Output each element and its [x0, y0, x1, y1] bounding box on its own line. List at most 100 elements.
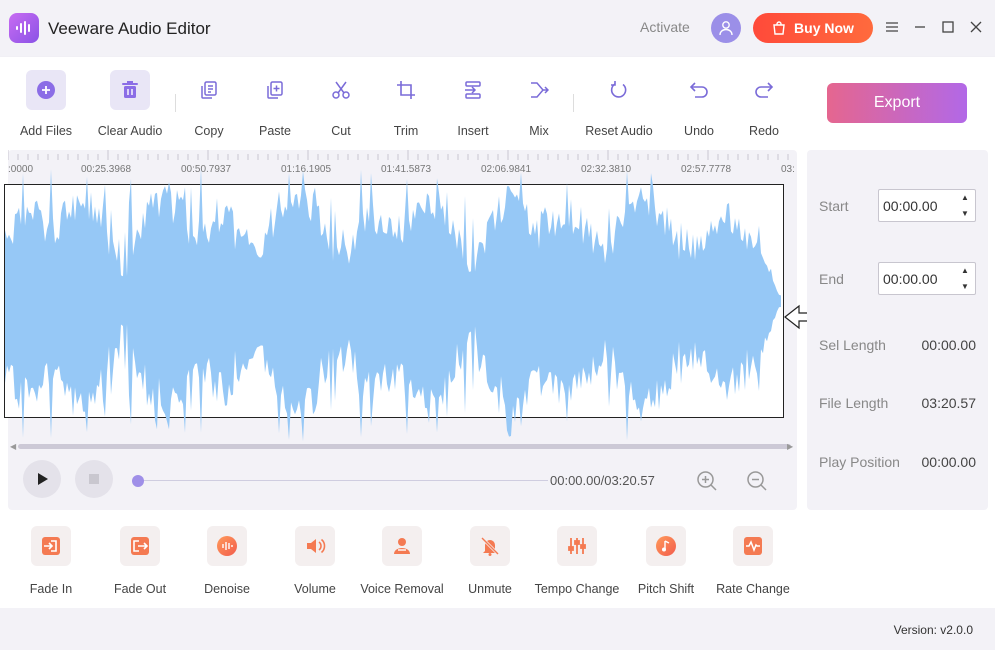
file-length-label: File Length — [819, 395, 889, 411]
timeline-tick-label: 02:32.3810 — [581, 164, 632, 175]
fade-in-button[interactable]: Fade In — [3, 526, 99, 596]
waveform-panel: :0000 00:25.3968 00:50.7937 01:16.1905 0… — [4, 150, 825, 510]
avatar[interactable] — [711, 13, 741, 43]
add-files-button[interactable]: Add Files — [1, 70, 91, 138]
clear-audio-button[interactable]: Clear Audio — [85, 70, 175, 138]
add-files-label: Add Files — [19, 124, 73, 138]
timeline-tick-label: 00:50.7937 — [181, 164, 232, 175]
stop-icon — [89, 474, 99, 484]
redo-button[interactable]: Redo — [719, 70, 809, 138]
play-position-value: 00:00.00 — [921, 454, 977, 470]
waveform — [5, 167, 781, 442]
undo-icon — [679, 70, 719, 110]
add-files-icon — [26, 70, 66, 110]
file-length-value: 03:20.57 — [921, 395, 977, 411]
denoise-button[interactable]: Denoise — [179, 526, 275, 596]
time-readout: 00:00.00/03:20.57 — [550, 473, 655, 488]
reset-icon — [599, 70, 639, 110]
horizontal-scrollbar[interactable] — [18, 444, 791, 449]
redo-label: Redo — [749, 124, 779, 138]
fade-in-label: Fade In — [29, 582, 73, 596]
reset-audio-button[interactable]: Reset Audio — [574, 70, 664, 138]
spin-down-icon[interactable]: ▼ — [961, 208, 969, 220]
buy-now-button[interactable]: Buy Now — [753, 13, 873, 43]
end-time-input[interactable] — [879, 263, 954, 294]
fade-in-icon — [31, 526, 71, 566]
close-icon[interactable] — [966, 17, 986, 37]
start-spinner[interactable]: ▲ ▼ — [958, 192, 972, 220]
volume-button[interactable]: Volume — [267, 526, 363, 596]
play-icon — [38, 473, 48, 485]
shopping-bag-icon — [773, 21, 785, 35]
start-time-field[interactable]: ▲▼ — [878, 189, 976, 222]
timeline-tick-label: 03: — [781, 164, 795, 175]
end-spinner[interactable]: ▲ ▼ — [958, 265, 972, 293]
sel-length-label: Sel Length — [819, 337, 886, 353]
waveform-logo-icon — [9, 13, 39, 43]
selection-info-panel: Start ▲▼ End ▲▼ Sel Length 00:00.00 File… — [807, 150, 988, 510]
rate-change-icon — [733, 526, 773, 566]
fade-out-label: Fade Out — [113, 582, 167, 596]
crop-icon — [386, 70, 426, 110]
insert-icon — [453, 70, 493, 110]
export-button[interactable]: Export — [827, 83, 967, 123]
copy-icon — [189, 70, 229, 110]
scissors-icon — [321, 70, 361, 110]
app-title: Veeware Audio Editor — [48, 19, 211, 38]
voice-removal-label: Voice Removal — [360, 582, 444, 596]
fade-out-icon — [120, 526, 160, 566]
scroll-left-icon[interactable]: ◀ — [10, 442, 16, 451]
activate-link[interactable]: Activate — [640, 19, 690, 35]
play-button[interactable] — [23, 460, 61, 498]
timeline-tick-label: :0000 — [8, 164, 34, 175]
title-bar: Veeware Audio Editor Activate Buy Now — [0, 0, 995, 56]
paste-icon — [255, 70, 295, 110]
pitch-shift-button[interactable]: Pitch Shift — [618, 526, 714, 596]
zoom-in-icon[interactable] — [696, 470, 718, 492]
timeline-tick-label: 02:06.9841 — [481, 164, 532, 175]
version-label: Version: v2.0.0 — [893, 623, 973, 637]
spin-down-icon[interactable]: ▼ — [961, 281, 969, 293]
playback-progress-knob[interactable] — [132, 475, 144, 487]
pitch-shift-label: Pitch Shift — [637, 582, 695, 596]
reset-audio-label: Reset Audio — [585, 124, 653, 138]
rate-change-label: Rate Change — [716, 582, 790, 596]
unmute-label: Unmute — [468, 582, 512, 596]
spin-up-icon[interactable]: ▲ — [961, 265, 969, 277]
background-strip — [0, 650, 995, 657]
end-label: End — [819, 271, 844, 287]
denoise-label: Denoise — [204, 582, 250, 596]
voice-removal-button[interactable]: Voice Removal — [354, 526, 450, 596]
unmute-button[interactable]: Unmute — [442, 526, 538, 596]
mix-button[interactable]: Mix — [494, 70, 584, 138]
voice-removal-icon — [382, 526, 422, 566]
waveform-canvas[interactable] — [4, 167, 784, 442]
timeline-tick-label: 02:57.7778 — [681, 164, 732, 175]
start-label: Start — [819, 198, 849, 214]
clear-audio-label: Clear Audio — [97, 124, 163, 138]
denoise-icon — [207, 526, 247, 566]
volume-label: Volume — [294, 582, 336, 596]
scroll-right-icon[interactable]: ▶ — [787, 442, 793, 451]
tempo-change-button[interactable]: Tempo Change — [529, 526, 625, 596]
end-time-field[interactable]: ▲▼ — [878, 262, 976, 295]
rate-change-button[interactable]: Rate Change — [705, 526, 801, 596]
main-panel: Add Files Clear Audio Copy Paste Cut Tri… — [0, 57, 995, 608]
timeline-tick-label: 01:16.1905 — [281, 164, 332, 175]
stop-button[interactable] — [75, 460, 113, 498]
spin-up-icon[interactable]: ▲ — [961, 192, 969, 204]
menu-icon[interactable] — [882, 17, 902, 37]
start-time-input[interactable] — [879, 190, 954, 221]
minimize-icon[interactable] — [910, 17, 930, 37]
timeline-ruler: :0000 00:25.3968 00:50.7937 01:16.1905 0… — [8, 150, 797, 178]
unmute-icon — [470, 526, 510, 566]
buy-now-label: Buy Now — [794, 20, 854, 36]
maximize-icon[interactable] — [938, 17, 958, 37]
playback-progress-track[interactable] — [138, 480, 548, 481]
mix-icon — [519, 70, 559, 110]
fade-out-button[interactable]: Fade Out — [92, 526, 188, 596]
tempo-change-label: Tempo Change — [534, 582, 620, 596]
zoom-out-icon[interactable] — [746, 470, 768, 492]
play-position-label: Play Position — [819, 454, 900, 470]
pitch-shift-icon — [646, 526, 686, 566]
